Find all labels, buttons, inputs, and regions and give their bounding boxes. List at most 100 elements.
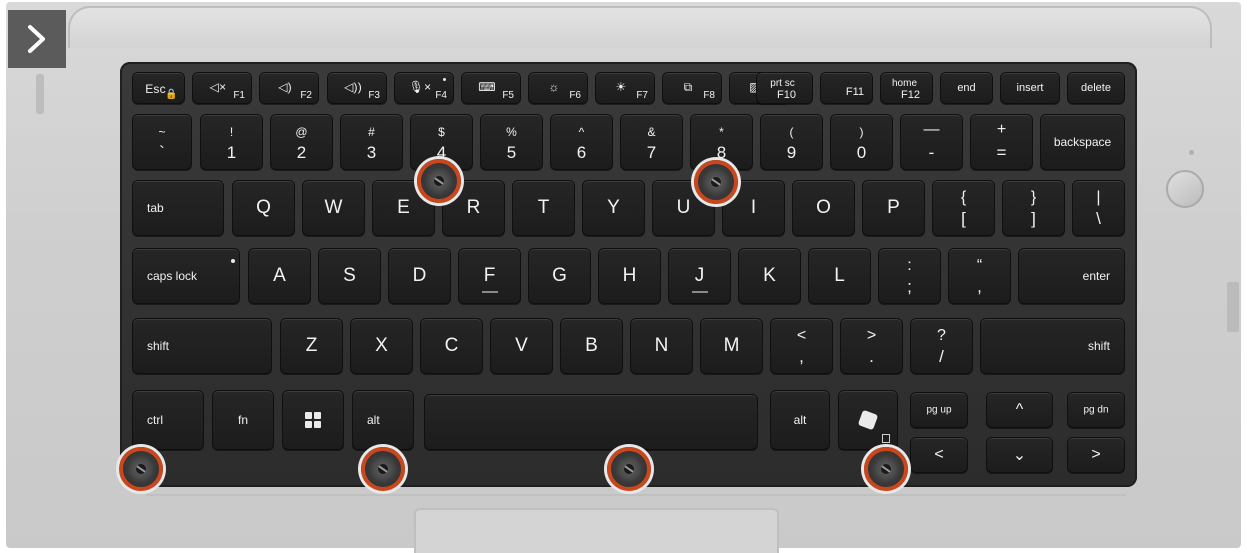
key-right-bracket[interactable]: } ] [1002, 180, 1065, 236]
key-f5[interactable]: ⌨ F5 [461, 72, 521, 104]
key-esc[interactable]: Esc 🔒 [132, 72, 185, 104]
screw-bottom-left[interactable] [119, 447, 163, 491]
caps-lock-led [231, 259, 235, 263]
key-f2[interactable]: ◁) F2 [259, 72, 319, 104]
key-w[interactable]: W [302, 180, 365, 236]
key-label: D [412, 265, 427, 286]
key-arrow-left[interactable]: < [910, 437, 968, 473]
key-f4[interactable]: 🎙× F4 [394, 72, 454, 104]
key-d[interactable]: D [388, 248, 451, 304]
key-tab[interactable]: tab [132, 180, 224, 236]
key-arrow-up[interactable]: ^ [986, 392, 1053, 428]
mic-mute-led [443, 78, 446, 81]
key-j[interactable]: J [668, 248, 731, 304]
key-alt-left[interactable]: alt [352, 390, 414, 450]
key-label: ; [907, 277, 912, 296]
key-label: enter [1082, 269, 1110, 283]
key-minus[interactable]: — - [900, 114, 963, 170]
key-f[interactable]: F [458, 248, 521, 304]
key-label: L [834, 265, 845, 286]
key-delete[interactable]: delete [1067, 72, 1125, 104]
key-label: 0 [856, 143, 867, 162]
key-semicolon[interactable]: : ; [878, 248, 941, 304]
key-fn[interactable]: fn [212, 390, 274, 450]
key-f1[interactable]: ◁× F1 [192, 72, 252, 104]
key-z[interactable]: Z [280, 318, 343, 374]
key-f8[interactable]: ⧉ F8 [662, 72, 722, 104]
key-arrow-down[interactable]: ⌄ [986, 437, 1053, 473]
key-t[interactable]: T [512, 180, 575, 236]
screw-slot [624, 465, 634, 473]
key-quote[interactable]: “ , [948, 248, 1011, 304]
key-a[interactable]: A [248, 248, 311, 304]
key-g[interactable]: G [528, 248, 591, 304]
screw-bottom-center-left[interactable] [361, 447, 405, 491]
key-b[interactable]: B [560, 318, 623, 374]
key-pg-up[interactable]: pg up [910, 392, 968, 428]
key-f12[interactable]: home F12 [880, 72, 933, 104]
key-l[interactable]: L [808, 248, 871, 304]
key-3[interactable]: # 3 [340, 114, 403, 170]
key-shift-label: $ [438, 125, 445, 139]
key-label: - [928, 143, 935, 162]
key-o[interactable]: O [792, 180, 855, 236]
key-f3[interactable]: ◁)) F3 [327, 72, 387, 104]
key-backslash[interactable]: | \ [1072, 180, 1125, 236]
key-caps-lock[interactable]: caps lock [132, 248, 240, 304]
key-m[interactable]: M [700, 318, 763, 374]
key-slash[interactable]: ? / [910, 318, 973, 374]
key-comma[interactable]: < , [770, 318, 833, 374]
screw-under-key-8[interactable] [694, 160, 738, 204]
key-5[interactable]: % 5 [480, 114, 543, 170]
key-f6[interactable]: ☼ F6 [528, 72, 588, 104]
key-p[interactable]: P [862, 180, 925, 236]
key-q[interactable]: Q [232, 180, 295, 236]
key-label: 6 [576, 143, 587, 162]
key-arrow-right[interactable]: > [1067, 437, 1125, 473]
key-f10[interactable]: prt sc F10 [756, 72, 813, 104]
key-backspace[interactable]: backspace [1040, 114, 1125, 170]
key-tilde[interactable]: ~ ` [132, 114, 192, 170]
screw-under-key-4[interactable] [417, 159, 461, 203]
key-n[interactable]: N [630, 318, 693, 374]
touchpad[interactable] [414, 508, 779, 553]
key-alt-right[interactable]: alt [770, 390, 830, 450]
key-x[interactable]: X [350, 318, 413, 374]
key-shift-right[interactable]: shift [980, 318, 1125, 374]
indicator-light [1189, 150, 1194, 155]
key-c[interactable]: C [420, 318, 483, 374]
key-v[interactable]: V [490, 318, 553, 374]
next-step-button[interactable] [8, 10, 66, 68]
screw-bottom-right[interactable] [864, 447, 908, 491]
power-button[interactable] [1166, 170, 1204, 208]
key-enter[interactable]: enter [1018, 248, 1125, 304]
key-7[interactable]: & 7 [620, 114, 683, 170]
key-label: ] [1031, 209, 1036, 228]
key-h[interactable]: H [598, 248, 661, 304]
screw-bottom-center[interactable] [607, 447, 651, 491]
key-equals[interactable]: + = [970, 114, 1033, 170]
key-k[interactable]: K [738, 248, 801, 304]
key-label: shift [1087, 339, 1110, 353]
key-period[interactable]: > . [840, 318, 903, 374]
key-pg-dn[interactable]: pg dn [1067, 392, 1125, 428]
key-insert[interactable]: insert [1000, 72, 1060, 104]
key-left-bracket[interactable]: { [ [932, 180, 995, 236]
key-0[interactable]: ) 0 [830, 114, 893, 170]
key-9[interactable]: ( 9 [760, 114, 823, 170]
key-label: alt [793, 413, 807, 427]
key-6[interactable]: ^ 6 [550, 114, 613, 170]
key-y[interactable]: Y [582, 180, 645, 236]
key-1[interactable]: ! 1 [200, 114, 263, 170]
key-space[interactable] [424, 394, 758, 450]
key-s[interactable]: S [318, 248, 381, 304]
key-f11[interactable]: F11 [820, 72, 873, 104]
key-shift-left[interactable]: shift [132, 318, 272, 374]
key-label: F10 [777, 89, 796, 101]
key-f7[interactable]: ☀ F7 [595, 72, 655, 104]
key-ctrl[interactable]: ctrl [132, 390, 204, 450]
key-label: delete [1081, 82, 1111, 94]
key-windows[interactable] [282, 390, 344, 450]
key-end[interactable]: end [940, 72, 993, 104]
key-2[interactable]: @ 2 [270, 114, 333, 170]
